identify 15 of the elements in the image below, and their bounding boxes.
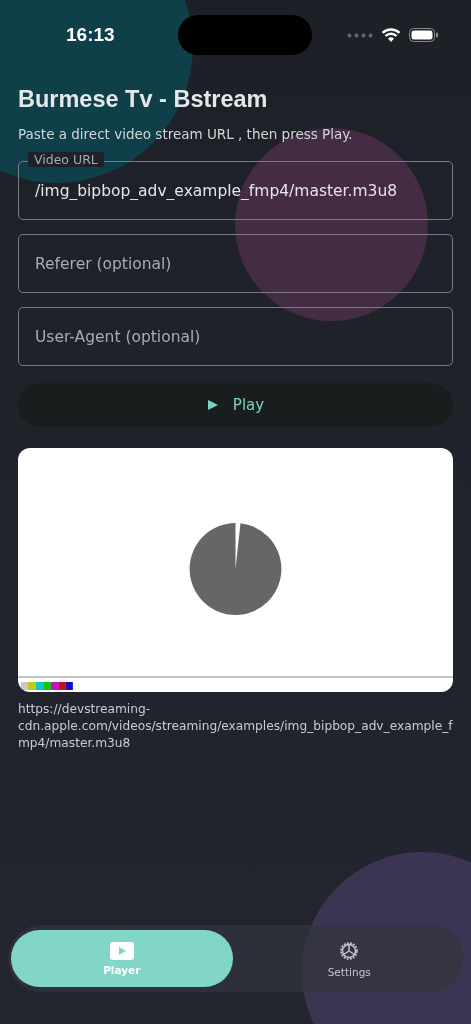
- instruction-text: Paste a direct video stream URL , then press Play.: [18, 126, 354, 142]
- play-icon: [206, 399, 219, 411]
- text-field[interactable]: Referer (optional): [18, 234, 453, 293]
- app-title: Burmese Tv - Bstream: [18, 86, 269, 113]
- wifi-icon: [381, 27, 401, 43]
- tab[interactable]: Settings: [238, 930, 460, 987]
- play-button[interactable]: Play: [18, 383, 453, 427]
- text-field[interactable]: User-Agent (optional): [18, 307, 453, 366]
- status-time: 16:13: [66, 24, 115, 46]
- signal-icon: [347, 32, 373, 38]
- play-icon: [109, 941, 134, 960]
- stream-url: https://devstreaming-cdn.apple.com/videos/streaming/examples/img_bipbop_adv_example_fmp4/master.m3u8: [18, 701, 453, 752]
- field-label: Video URL: [28, 152, 104, 167]
- settings-icon: [338, 939, 361, 962]
- battery-icon: [409, 28, 439, 42]
